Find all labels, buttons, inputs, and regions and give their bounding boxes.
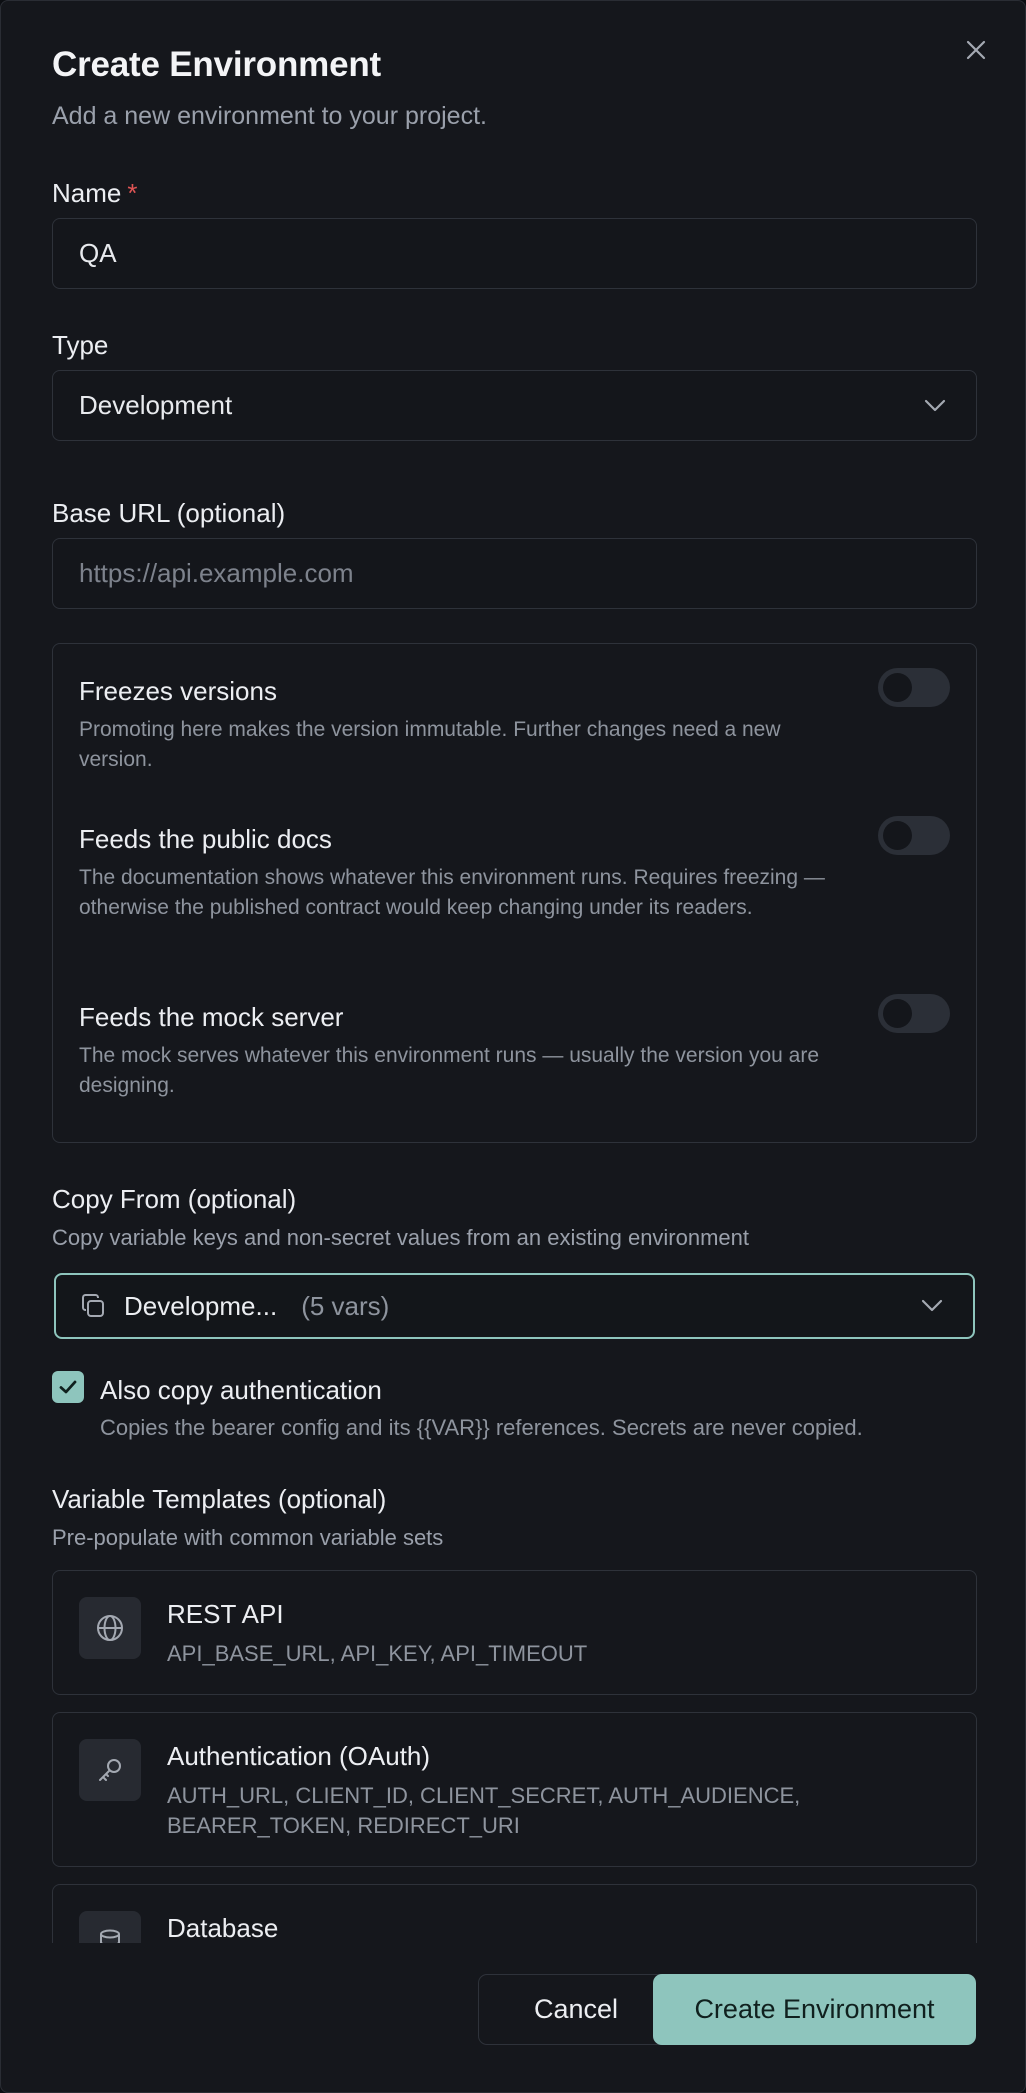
- templates-label: Variable Templates (optional): [52, 1484, 387, 1514]
- key-icon: [99, 1759, 121, 1781]
- type-label: Type: [52, 330, 109, 360]
- required-mark: *: [127, 178, 138, 208]
- switch-knob: [883, 821, 912, 850]
- copy-authentication-checkbox[interactable]: [52, 1371, 84, 1403]
- globe-icon: [97, 1615, 123, 1641]
- chevron-down-icon: [924, 399, 946, 411]
- create-environment-button[interactable]: Create Environment: [653, 1974, 976, 2045]
- freezes-versions-switch[interactable]: [878, 668, 950, 707]
- name-label-text: Name: [52, 178, 122, 208]
- template-icon-box: [79, 1911, 141, 1943]
- toggle-title: Feeds the public docs: [79, 824, 332, 854]
- switch-knob: [883, 673, 912, 702]
- toggle-description: Promoting here makes the version immutab…: [79, 718, 781, 771]
- cancel-button[interactable]: Cancel: [478, 1974, 674, 2045]
- switch-knob: [883, 999, 912, 1028]
- template-icon-box: [79, 1597, 141, 1659]
- toggle-description: The mock serves whatever this environmen…: [79, 1044, 819, 1097]
- copy-authentication-description: Copies the bearer config and its {{VAR}}…: [100, 1415, 863, 1440]
- dialog-subtitle: Add a new environment to your project.: [52, 102, 487, 130]
- public-docs-switch[interactable]: [878, 816, 950, 855]
- create-environment-dialog: Create Environment Add a new environment…: [0, 0, 1026, 2093]
- toggle-title: Freezes versions: [79, 676, 277, 706]
- copy-from-label: Copy From (optional): [52, 1184, 297, 1214]
- template-card-rest-api[interactable]: REST API API_BASE_URL, API_KEY, API_TIME…: [52, 1570, 977, 1695]
- name-input-value: QA: [79, 238, 117, 268]
- type-select[interactable]: Development: [52, 370, 977, 441]
- toggle-row-freezes-versions: Freezes versions Promoting here makes th…: [79, 676, 939, 775]
- name-label: Name *: [52, 178, 137, 209]
- toggle-title: Feeds the mock server: [79, 1002, 344, 1032]
- name-input[interactable]: QA: [52, 218, 977, 289]
- template-card-oauth[interactable]: Authentication (OAuth) AUTH_URL, CLIENT_…: [52, 1712, 977, 1867]
- copy-authentication-label[interactable]: Also copy authentication: [100, 1375, 382, 1406]
- toggle-row-mock-server: Feeds the mock server The mock serves wh…: [79, 1002, 939, 1101]
- copy-from-value: Developme...: [124, 1290, 278, 1321]
- template-icon-box: [79, 1739, 141, 1801]
- dialog-body[interactable]: Create Environment Add a new environment…: [52, 1, 977, 1943]
- checkmark-icon: [59, 1380, 77, 1394]
- template-name: Authentication (OAuth): [167, 1741, 431, 1771]
- template-card-database[interactable]: Database: [52, 1884, 977, 1943]
- base-url-input[interactable]: https://api.example.com: [52, 538, 977, 609]
- type-select-value: Development: [79, 390, 233, 420]
- base-url-placeholder: https://api.example.com: [79, 558, 354, 588]
- dialog-title: Create Environment: [52, 45, 381, 84]
- template-variables: AUTH_URL, CLIENT_ID, CLIENT_SECRET, AUTH…: [167, 1783, 801, 1838]
- environment-behaviour-panel: Freezes versions Promoting here makes th…: [52, 643, 977, 1143]
- template-name: REST API: [167, 1599, 284, 1629]
- chevron-down-icon: [921, 1299, 943, 1312]
- template-name: Database: [167, 1913, 279, 1943]
- toggle-description: The documentation shows whatever this en…: [79, 866, 825, 919]
- toggle-row-public-docs: Feeds the public docs The documentation …: [79, 824, 939, 923]
- copy-icon: [82, 1294, 104, 1317]
- copy-from-var-count: (5 vars): [301, 1290, 390, 1321]
- copy-from-hint: Copy variable keys and non-secret values…: [52, 1225, 750, 1250]
- template-variables: API_BASE_URL, API_KEY, API_TIMEOUT: [167, 1641, 588, 1666]
- database-icon: [100, 1929, 120, 1943]
- templates-hint: Pre-populate with common variable sets: [52, 1525, 444, 1550]
- copy-from-select[interactable]: Developme... (5 vars): [54, 1273, 975, 1339]
- mock-server-switch[interactable]: [878, 994, 950, 1033]
- base-url-label: Base URL (optional): [52, 498, 286, 528]
